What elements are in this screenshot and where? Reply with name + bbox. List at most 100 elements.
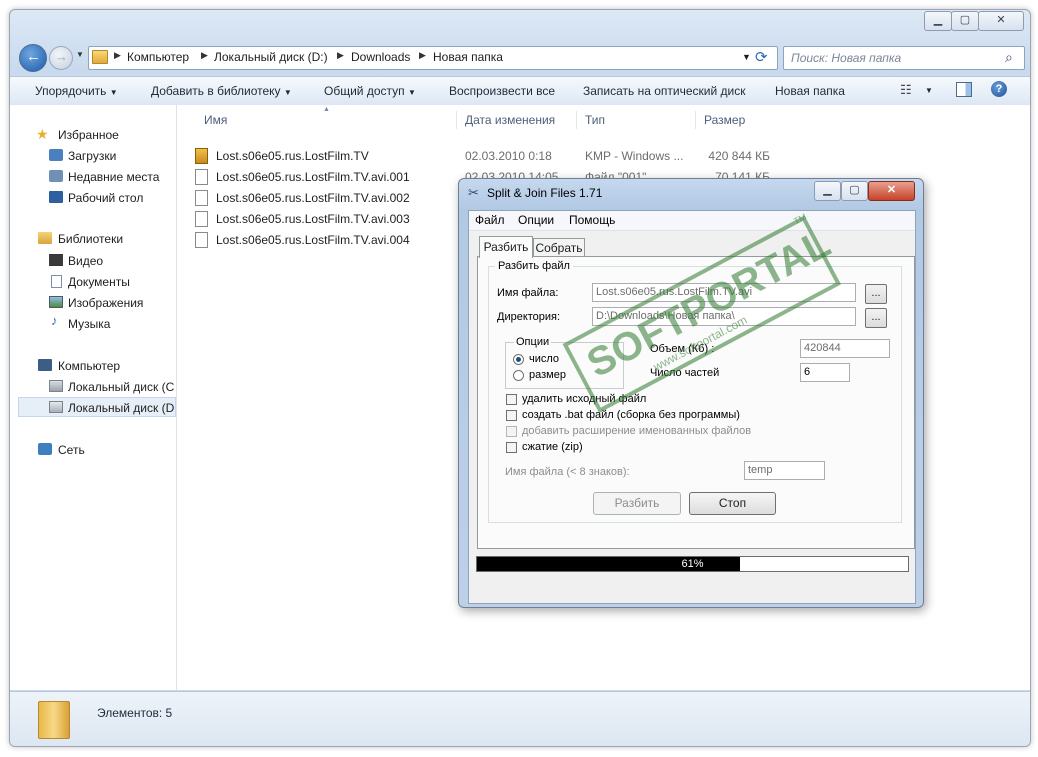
breadcrumb-new-folder[interactable]: Новая папка — [433, 50, 503, 64]
item-count: Элементов: 5 — [97, 706, 173, 720]
volume-field[interactable]: 420844 — [800, 339, 890, 358]
burn-button[interactable]: Записать на оптический диск — [583, 84, 746, 98]
view-options-icon[interactable]: ☷ — [900, 82, 912, 98]
preview-pane-icon[interactable] — [956, 82, 972, 97]
forward-button[interactable]: → — [49, 46, 73, 70]
nav-downloads[interactable]: Загрузки — [68, 149, 116, 163]
new-folder-button[interactable]: Новая папка — [775, 84, 845, 98]
column-name[interactable]: Имя — [204, 113, 227, 127]
nav-desktop[interactable]: Рабочий стол — [68, 191, 143, 205]
minimize-button[interactable]: ▁ — [924, 11, 952, 31]
dialog-minimize-button[interactable]: ▁ — [814, 181, 841, 201]
nav-libraries[interactable]: Библиотеки — [58, 232, 123, 246]
column-divider — [456, 111, 457, 129]
column-date[interactable]: Дата изменения — [465, 113, 555, 127]
refresh-icon[interactable]: ⟳ — [755, 48, 768, 66]
breadcrumb-computer[interactable]: Компьютер — [127, 50, 189, 64]
address-dropdown-icon[interactable]: ▼ — [742, 52, 751, 62]
close-icon: ✕ — [886, 184, 897, 196]
command-bar: Упорядочить ▼ Добавить в библиотеку ▼ Об… — [10, 76, 1030, 106]
tab-join[interactable]: Собрать — [533, 238, 585, 257]
search-box[interactable]: Поиск: Новая папка ⌕ — [783, 46, 1025, 70]
breadcrumb-disk-d[interactable]: Локальный диск (D:) — [214, 50, 328, 64]
add-to-library-button[interactable]: Добавить в библиотеку ▼ — [151, 84, 292, 98]
nav-images[interactable]: Изображения — [68, 296, 143, 310]
navigation-pane: ★ Избранное Загрузки Недавние места Рабо… — [10, 105, 177, 690]
play-all-button[interactable]: Воспроизвести все — [449, 84, 555, 98]
dialog-client: Файл Опции Помощь Разбить Собрать Разбит… — [468, 210, 916, 604]
nav-documents[interactable]: Документы — [68, 275, 130, 289]
nav-disk-c[interactable]: Локальный диск (C — [68, 380, 174, 394]
create-bat-label: создать .bat файл (сборка без программы) — [522, 409, 740, 421]
nav-network[interactable]: Сеть — [58, 443, 85, 457]
chevron-down-icon: ▼ — [109, 88, 118, 97]
menu-options[interactable]: Опции — [518, 213, 554, 227]
breadcrumb-downloads[interactable]: Downloads — [351, 50, 410, 64]
close-icon: ✕ — [996, 14, 1006, 26]
documents-icon — [51, 275, 62, 288]
breadcrumb-separator-icon: ▶ — [419, 50, 426, 60]
browse-directory-button[interactable]: ... — [865, 308, 887, 328]
nav-computer[interactable]: Компьютер — [58, 359, 120, 373]
column-size[interactable]: Размер — [704, 113, 745, 127]
parts-field[interactable]: 6 — [800, 363, 850, 382]
search-input[interactable]: Поиск: Новая папка — [791, 51, 901, 65]
organize-button[interactable]: Упорядочить ▼ — [35, 84, 118, 98]
tab-split[interactable]: Разбить — [479, 236, 533, 258]
directory-label: Директория: — [497, 311, 561, 323]
options-title: Опции — [514, 336, 552, 348]
dialog-title: Split & Join Files 1.71 — [487, 186, 603, 200]
menu-help[interactable]: Помощь — [569, 213, 615, 227]
file-name-field[interactable]: Lost.s06e05.rus.LostFilm.TV.avi — [592, 283, 856, 302]
file-name: Lost.s06e05.rus.LostFilm.TV.avi.001 — [216, 170, 410, 184]
view-dropdown-icon[interactable]: ▼ — [925, 86, 933, 95]
file-type: KMP - Windows ... — [585, 149, 684, 163]
column-type[interactable]: Тип — [585, 113, 605, 127]
close-button[interactable]: ✕ — [978, 11, 1024, 31]
nav-disk-d[interactable]: Локальный диск (D — [68, 401, 174, 415]
browse-file-button[interactable]: ... — [865, 284, 887, 304]
share-label: Общий доступ — [324, 84, 405, 98]
dialog-maximize-button[interactable]: ▢ — [841, 181, 868, 201]
group-title: Разбить файл — [495, 260, 573, 272]
desktop-icon — [49, 191, 63, 203]
folder-icon — [92, 50, 108, 64]
maximize-button[interactable]: ▢ — [951, 11, 979, 31]
nav-music[interactable]: Музыка — [68, 317, 110, 331]
name-prefix-field[interactable]: temp — [744, 461, 825, 480]
file-icon — [195, 232, 208, 248]
menu-bar: Файл Опции Помощь — [469, 211, 915, 231]
stop-button[interactable]: Стоп — [689, 492, 776, 515]
file-row[interactable]: Lost.s06e05.rus.LostFilm.TV 02.03.2010 0… — [193, 146, 793, 166]
nav-recent-places[interactable]: Недавние места — [68, 170, 159, 184]
dialog-close-button[interactable]: ✕ — [868, 181, 915, 201]
menu-file[interactable]: Файл — [475, 213, 505, 227]
file-name-label: Имя файла: — [497, 287, 559, 299]
help-icon[interactable]: ? — [991, 81, 1007, 97]
file-icon — [195, 211, 208, 227]
radio-size[interactable] — [513, 370, 524, 381]
nav-video[interactable]: Видео — [68, 254, 103, 268]
search-icon[interactable]: ⌕ — [1005, 49, 1013, 66]
forward-arrow-icon: → — [55, 49, 68, 64]
split-button[interactable]: Разбить — [593, 492, 681, 515]
back-button[interactable]: ← — [19, 44, 47, 72]
file-icon — [195, 190, 208, 206]
folder-large-icon — [38, 701, 70, 739]
directory-field[interactable]: D:\Downloads\Новая папка\ — [592, 307, 856, 326]
zip-checkbox[interactable] — [506, 442, 517, 453]
recent-pages-chevron-icon[interactable]: ▼ — [76, 50, 84, 59]
share-button[interactable]: Общий доступ ▼ — [324, 84, 416, 98]
add-to-library-label: Добавить в библиотеку — [151, 84, 281, 98]
minimize-icon: ▁ — [823, 184, 832, 196]
column-divider — [576, 111, 577, 129]
radio-number[interactable] — [513, 354, 524, 365]
add-extension-checkbox[interactable] — [506, 426, 517, 437]
parts-label: Число частей — [650, 367, 720, 379]
address-bar[interactable]: ▶ Компьютер ▶ Локальный диск (D:) ▶ Down… — [88, 46, 778, 70]
nav-favorites[interactable]: Избранное — [58, 128, 119, 142]
create-bat-checkbox[interactable] — [506, 410, 517, 421]
network-icon — [38, 443, 52, 455]
delete-source-checkbox[interactable] — [506, 394, 517, 405]
chevron-down-icon: ▼ — [407, 88, 416, 97]
